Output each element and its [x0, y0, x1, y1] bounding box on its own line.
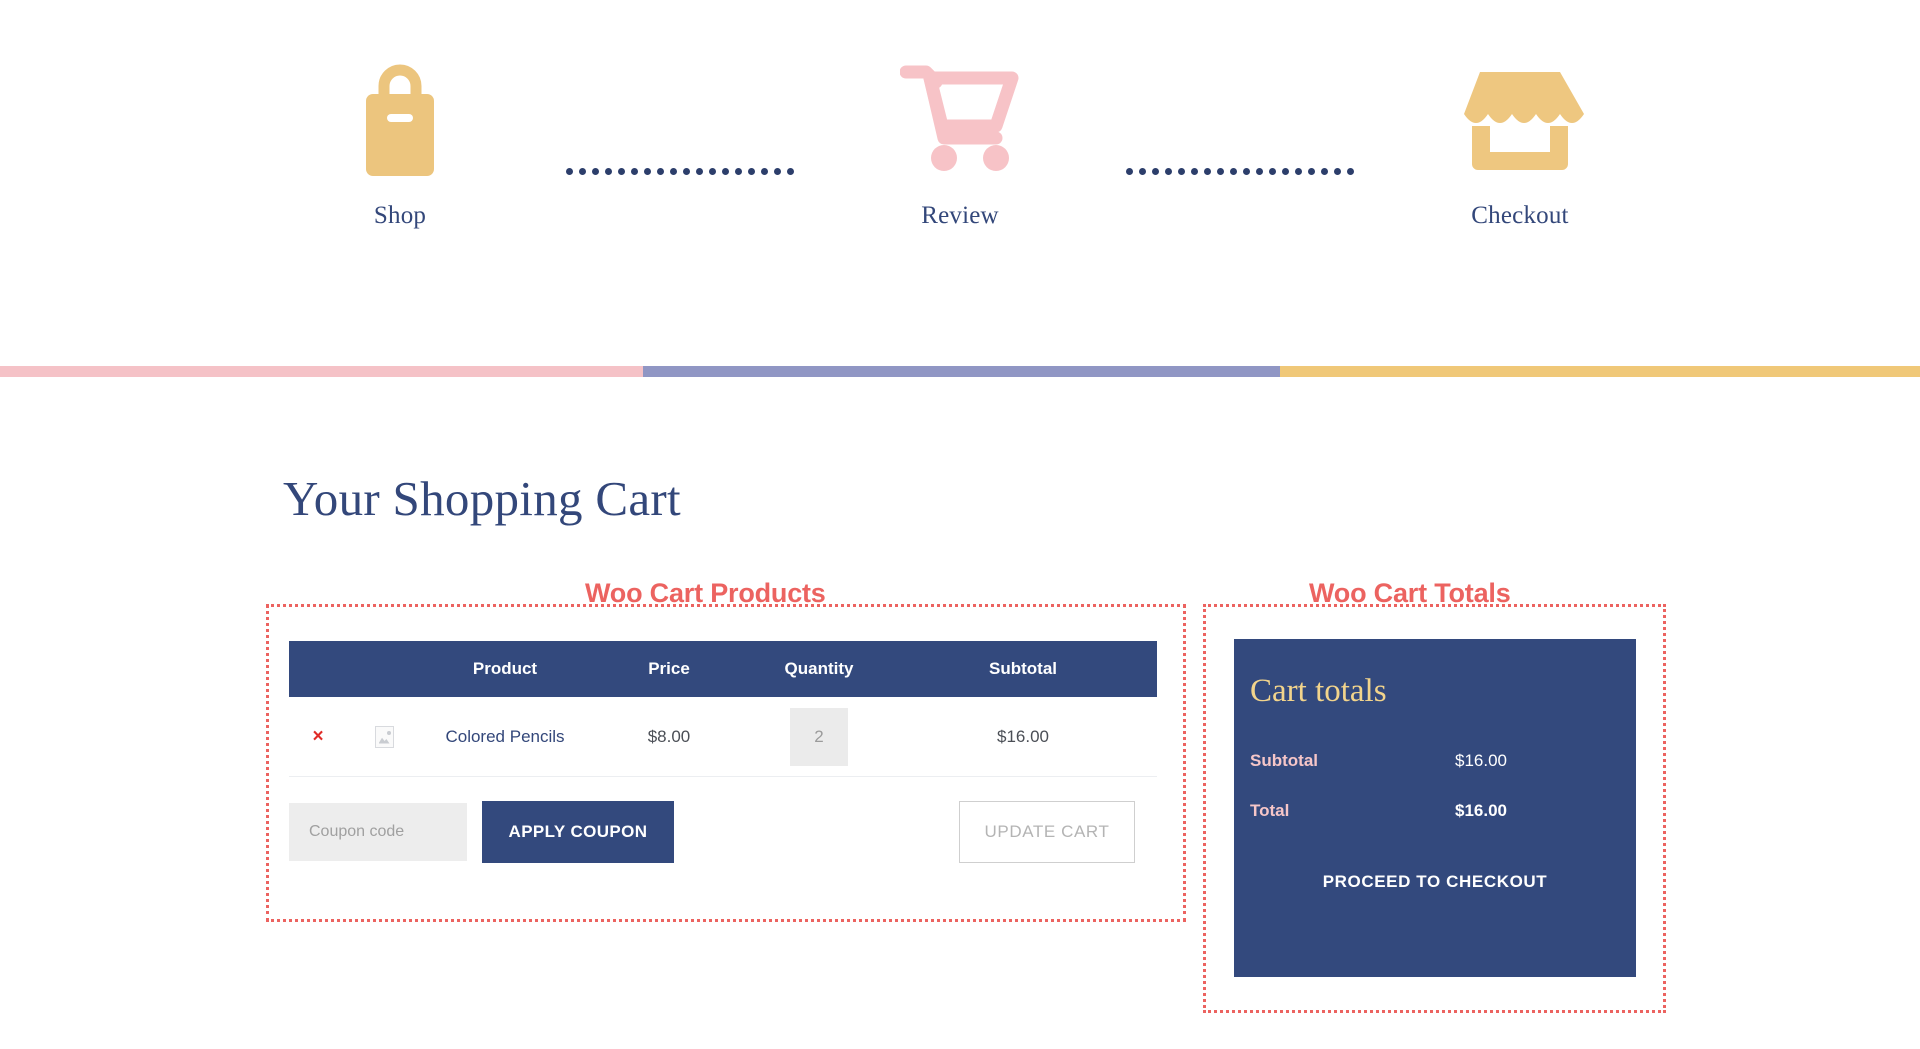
cart-products-table: Product Price Quantity Subtotal × Colore…: [289, 641, 1157, 887]
product-name-cell: Colored Pencils: [421, 727, 589, 747]
connector-dot: [722, 168, 729, 175]
product-subtotal-cell: $16.00: [997, 726, 1049, 746]
proceed-to-checkout-button[interactable]: PROCEED TO CHECKOUT: [1234, 872, 1636, 892]
apply-coupon-button[interactable]: APPLY COUPON: [482, 801, 674, 863]
connector-dot: [1230, 168, 1237, 175]
step-label-checkout: Checkout: [1471, 202, 1569, 229]
cart-totals-rows: Subtotal $16.00 Total $16.00: [1234, 736, 1636, 836]
cart-page: Shop Review Checkout Your Shopping Cart …: [0, 0, 1920, 1049]
connector-dot: [761, 168, 768, 175]
image-placeholder-icon: [374, 725, 394, 748]
shopping-cart-icon: [900, 58, 1020, 180]
connector-dot: [1321, 168, 1328, 175]
remove-item-cell: ×: [289, 727, 347, 746]
connector-dot: [1139, 168, 1146, 175]
connector-dot: [618, 168, 625, 175]
product-price-cell: $8.00: [647, 726, 691, 746]
coupon-code-input[interactable]: [289, 803, 467, 861]
update-cart-button[interactable]: UPDATE CART: [959, 801, 1135, 863]
progress-segment-purple: [643, 366, 1280, 377]
table-header-subtotal: Subtotal: [989, 659, 1057, 678]
total-label: Total: [1250, 801, 1290, 820]
checkout-steps: Shop Review Checkout: [0, 0, 1920, 368]
connector-dot: [709, 168, 716, 175]
connector-dot: [683, 168, 690, 175]
step-connector-2: [1095, 0, 1385, 175]
connector-dot: [774, 168, 781, 175]
product-quantity-cell: 2: [749, 707, 889, 766]
connector-dot: [670, 168, 677, 175]
step-shop[interactable]: Shop: [265, 0, 535, 230]
shopping-bag-icon: [350, 58, 450, 180]
progress-segment-pink: [0, 366, 643, 377]
connector-dot: [696, 168, 703, 175]
subtotal-label: Subtotal: [1250, 751, 1318, 770]
connector-dot: [1334, 168, 1341, 175]
connector-dot: [748, 168, 755, 175]
connector-dot: [657, 168, 664, 175]
step-label-review: Review: [921, 202, 999, 229]
connector-dot: [1282, 168, 1289, 175]
product-thumbnail-cell: [347, 725, 421, 748]
step-connector-1: [535, 0, 825, 175]
connector-dot: [1256, 168, 1263, 175]
table-row: × Colored Pencils $8.00 2 $16.00: [289, 697, 1157, 777]
progress-color-bar: [0, 366, 1920, 377]
connector-dot: [644, 168, 651, 175]
subtotal-value: $16.00: [1455, 751, 1507, 770]
connector-dot: [1165, 168, 1172, 175]
remove-item-icon[interactable]: ×: [312, 727, 323, 746]
connector-dot: [1204, 168, 1211, 175]
connector-dot: [1347, 168, 1354, 175]
connector-dot: [566, 168, 573, 175]
connector-dot: [1217, 168, 1224, 175]
connector-dot: [1152, 168, 1159, 175]
connector-dot: [631, 168, 638, 175]
quantity-stepper[interactable]: 2: [790, 707, 848, 766]
connector-dot: [1126, 168, 1133, 175]
step-review[interactable]: Review: [825, 0, 1095, 230]
page-title: Your Shopping Cart: [283, 471, 681, 526]
cart-totals-panel: Cart totals Subtotal $16.00 Total $16.00…: [1234, 639, 1636, 977]
table-header-row: Product Price Quantity Subtotal: [289, 641, 1157, 697]
table-header-price: Price: [648, 659, 690, 678]
connector-dot: [1178, 168, 1185, 175]
table-header-product: Product: [472, 659, 538, 678]
product-name-link[interactable]: Colored Pencils: [445, 727, 564, 747]
table-header-quantity: Quantity: [784, 659, 854, 678]
cart-totals-row-total: Total $16.00: [1234, 786, 1636, 836]
connector-dot: [1191, 168, 1198, 175]
connector-dot: [735, 168, 742, 175]
connector-dot: [605, 168, 612, 175]
progress-segment-gold: [1280, 366, 1920, 377]
cart-totals-row-subtotal: Subtotal $16.00: [1234, 736, 1636, 786]
step-label-shop: Shop: [373, 202, 427, 229]
step-checkout[interactable]: Checkout: [1385, 0, 1655, 230]
connector-dot: [592, 168, 599, 175]
storefront-icon: [1450, 58, 1590, 180]
cart-actions-row: APPLY COUPON UPDATE CART: [289, 777, 1157, 887]
cart-totals-title: Cart totals: [1250, 673, 1387, 709]
connector-dot: [787, 168, 794, 175]
connector-dot: [1243, 168, 1250, 175]
total-value: $16.00: [1455, 801, 1507, 820]
connector-dot: [579, 168, 586, 175]
connector-dot: [1269, 168, 1276, 175]
connector-dot: [1308, 168, 1315, 175]
connector-dot: [1295, 168, 1302, 175]
